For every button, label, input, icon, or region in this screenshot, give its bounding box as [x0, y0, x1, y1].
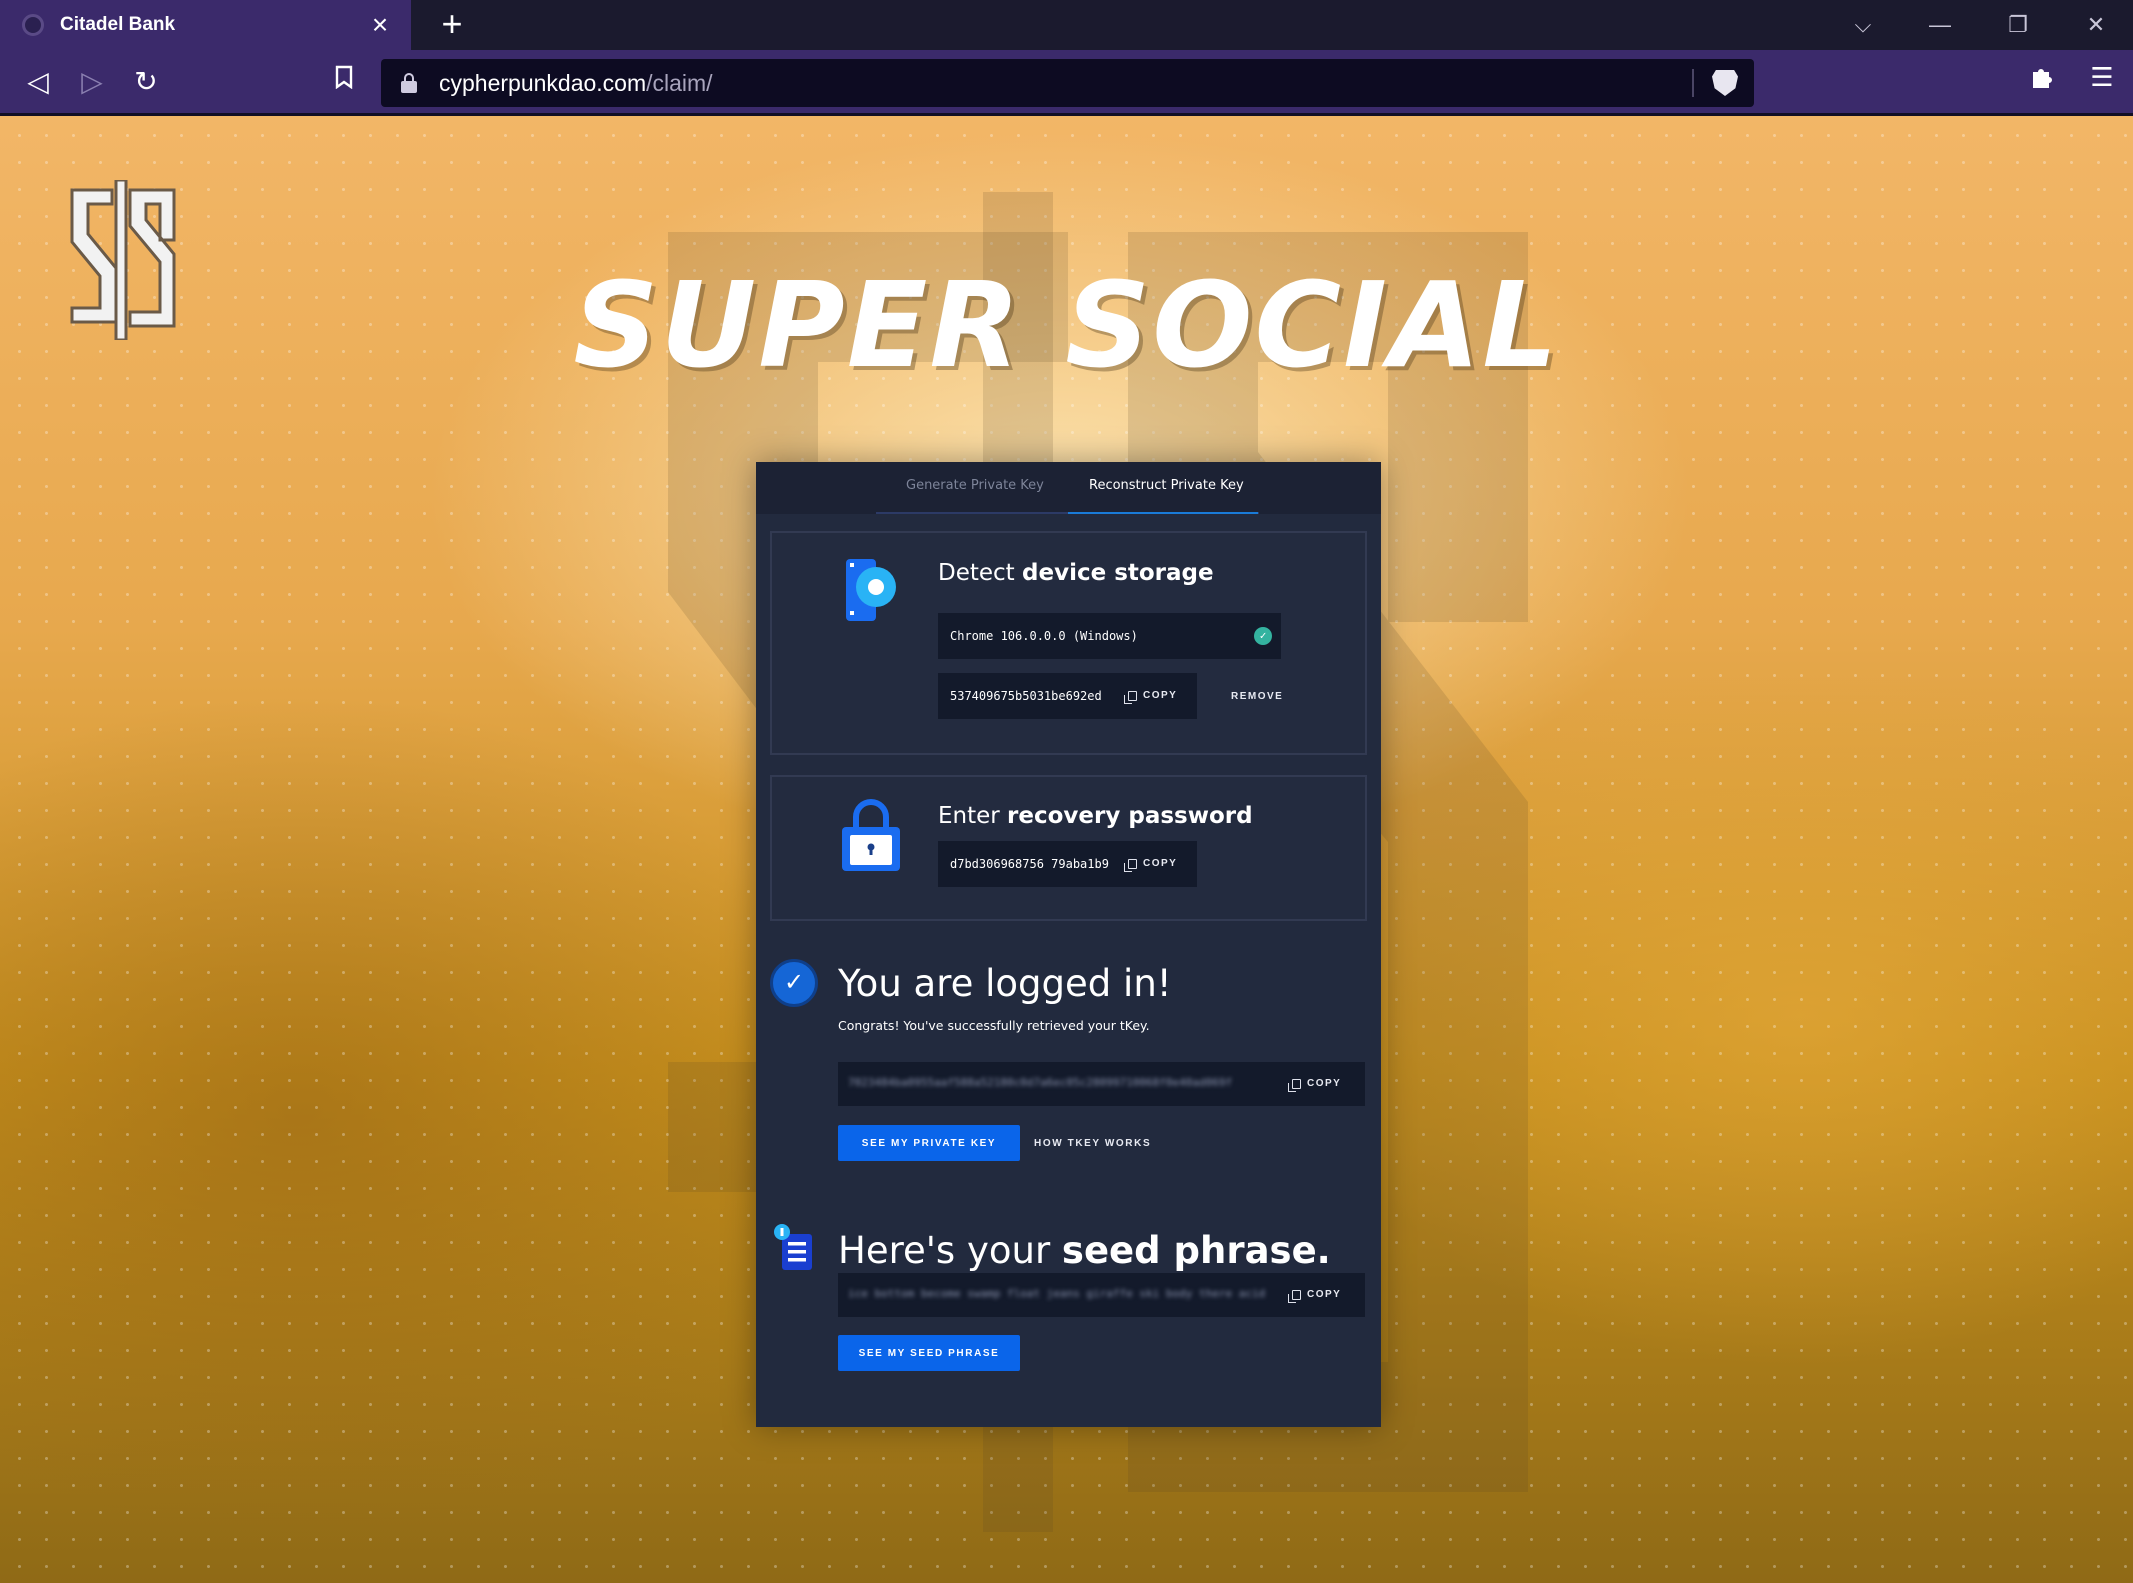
browser-tab[interactable]: Citadel Bank ×	[0, 0, 411, 50]
seed-phrase-document-icon	[774, 1224, 812, 1270]
card-tabs: Generate Private Key Reconstruct Private…	[756, 462, 1381, 514]
brave-shields-icon[interactable]	[1712, 70, 1738, 96]
close-window-icon[interactable]: ✕	[2076, 8, 2116, 42]
tab-reconstruct-private-key[interactable]: Reconstruct Private Key	[1089, 478, 1244, 493]
restore-icon[interactable]: ❐	[1998, 8, 2038, 42]
tab-list-chevron-icon[interactable]: ⌵	[1843, 8, 1883, 42]
see-seed-phrase-button[interactable]: SEE MY SEED PHRASE	[838, 1335, 1020, 1371]
copy-label: COPY	[1307, 1289, 1342, 1300]
hamburger-menu-icon[interactable]: ☰	[2089, 64, 2115, 90]
browser-toolbar: ◁ ▷ ↻ cypherpunkdao.com/claim/	[0, 50, 2133, 116]
seed-phrase-heading: Here's your seed phrase.	[838, 1229, 1331, 1272]
active-tab-indicator	[1068, 512, 1258, 514]
device-storage-panel: Detect device storage Chrome 106.0.0.0 (…	[770, 531, 1367, 755]
minimize-icon[interactable]: —	[1920, 8, 1960, 42]
close-tab-icon[interactable]: ×	[367, 11, 393, 39]
copy-device-share-button[interactable]: COPY	[1124, 690, 1178, 704]
recovery-share-id: d7bd306968756 79aba1b9	[950, 857, 1109, 871]
site-favicon-icon	[22, 14, 44, 36]
forward-icon[interactable]: ▷	[74, 64, 110, 100]
remove-device-button[interactable]: REMOVE	[1231, 691, 1283, 702]
padlock-icon	[842, 799, 900, 871]
how-tkey-works-link[interactable]: HOW TKEY WORKS	[1034, 1138, 1151, 1149]
device-select[interactable]: Chrome 106.0.0.0 (Windows) ✓	[938, 613, 1281, 659]
url-path: /claim/	[646, 69, 713, 96]
device-share-id: 537409675b5031be692ed	[950, 689, 1102, 703]
device-storage-title: Detect device storage	[938, 560, 1214, 586]
seed-phrase-masked: ice bottom become swamp float jeans gira…	[848, 1287, 1268, 1300]
page-viewport: SUPER SOCIAL Generate Private Key Recons…	[0, 116, 2133, 1583]
copy-icon	[1124, 690, 1137, 704]
reload-icon[interactable]: ↻	[128, 64, 164, 100]
hero-title: SUPER SOCIAL	[573, 256, 1560, 394]
see-private-key-button[interactable]: SEE MY PRIVATE KEY	[838, 1125, 1020, 1161]
address-bar[interactable]: cypherpunkdao.com/claim/	[381, 59, 1754, 107]
seed-phrase-field: ice bottom become swamp float jeans gira…	[838, 1273, 1365, 1317]
copy-private-key-button[interactable]: COPY	[1288, 1078, 1342, 1092]
copy-label: COPY	[1307, 1078, 1342, 1089]
url-host: cypherpunkdao.com	[439, 69, 647, 96]
device-verified-icon: ✓	[1254, 627, 1272, 645]
back-icon[interactable]: ◁	[20, 64, 56, 100]
url-separator	[1692, 69, 1694, 97]
new-tab-icon[interactable]: +	[435, 6, 469, 42]
lock-icon[interactable]	[401, 73, 417, 93]
device-storage-icon	[846, 559, 896, 621]
device-name: Chrome 106.0.0.0 (Windows)	[950, 629, 1138, 643]
extensions-puzzle-icon[interactable]	[2029, 64, 2055, 90]
copy-icon	[1288, 1289, 1301, 1303]
copy-seed-phrase-button[interactable]: COPY	[1288, 1289, 1342, 1303]
copy-icon	[1288, 1078, 1301, 1092]
key-reconstruction-card: Generate Private Key Reconstruct Private…	[756, 462, 1381, 1427]
tab-generate-private-key[interactable]: Generate Private Key	[906, 478, 1044, 493]
copy-label: COPY	[1143, 858, 1178, 869]
copy-icon	[1124, 858, 1137, 872]
tab-strip: Citadel Bank × + ⌵ — ❐ ✕	[0, 0, 2133, 50]
logged-in-heading: You are logged in!	[838, 962, 1172, 1005]
logged-in-subtext: Congrats! You've successfully retrieved …	[838, 1018, 1150, 1033]
recovery-password-title: Enter recovery password	[938, 803, 1253, 829]
logged-in-check-icon: ✓	[770, 959, 818, 1007]
private-key-masked: 7023484ba0955aaf588a52180c0d7a6ec05c2809…	[848, 1076, 1233, 1089]
recovery-password-panel: Enter recovery password d7bd306968756 79…	[770, 775, 1367, 921]
bookmark-icon[interactable]	[326, 64, 362, 100]
tab-title: Citadel Bank	[60, 14, 176, 35]
copy-recovery-share-button[interactable]: COPY	[1124, 858, 1178, 872]
copy-label: COPY	[1143, 690, 1178, 701]
private-key-field: 7023484ba0955aaf588a52180c0d7a6ec05c2809…	[838, 1062, 1365, 1106]
